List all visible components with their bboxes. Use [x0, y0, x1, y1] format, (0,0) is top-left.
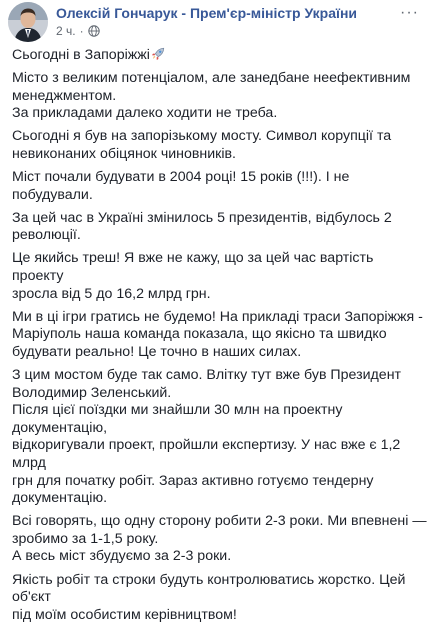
avatar[interactable] — [8, 2, 48, 42]
post-header: Олексій Гончарук - Прем'єр-міністр Украї… — [8, 2, 435, 46]
globe-icon[interactable] — [87, 25, 100, 37]
paragraph: Сьогодні я був на запорізькому мосту. Си… — [12, 128, 392, 162]
post-text: Сьогодні в Запоріжжі Місто з великим пот… — [12, 47, 428, 630]
paragraph: Всі говорять, що одну сторону робити 2-3… — [12, 513, 427, 565]
facebook-post: Олексій Гончарук - Прем'єр-міністр Украї… — [0, 0, 435, 623]
paragraph: Якість робіт та строки будуть контролюва… — [12, 571, 406, 623]
paragraph: Це якийсь треш! Я вже не кажу, що за цей… — [12, 250, 374, 302]
paragraph: Сьогодні в Запоріжжі — [12, 47, 428, 65]
post-meta: 2 ч. · — [56, 24, 100, 38]
paragraph: З цим мостом буде так само. Влітку тут в… — [12, 367, 402, 507]
author-name[interactable]: Олексій Гончарук - Прем'єр-міністр Украї… — [56, 5, 357, 21]
more-options-icon[interactable]: ··· — [400, 4, 419, 22]
paragraph: Місто з великим потенціалом, але занедба… — [12, 70, 411, 122]
paragraph: За цей час в Україні змінилось 5 президе… — [12, 209, 392, 244]
paragraph: Міст почали будувати в 2004 році! 15 рок… — [12, 169, 350, 203]
paragraph: Ми в ці ігри гратись не будемо! На прикл… — [12, 308, 423, 360]
post-time[interactable]: 2 ч. — [56, 24, 76, 38]
meta-separator: · — [79, 24, 84, 38]
rocket-icon — [151, 47, 165, 61]
